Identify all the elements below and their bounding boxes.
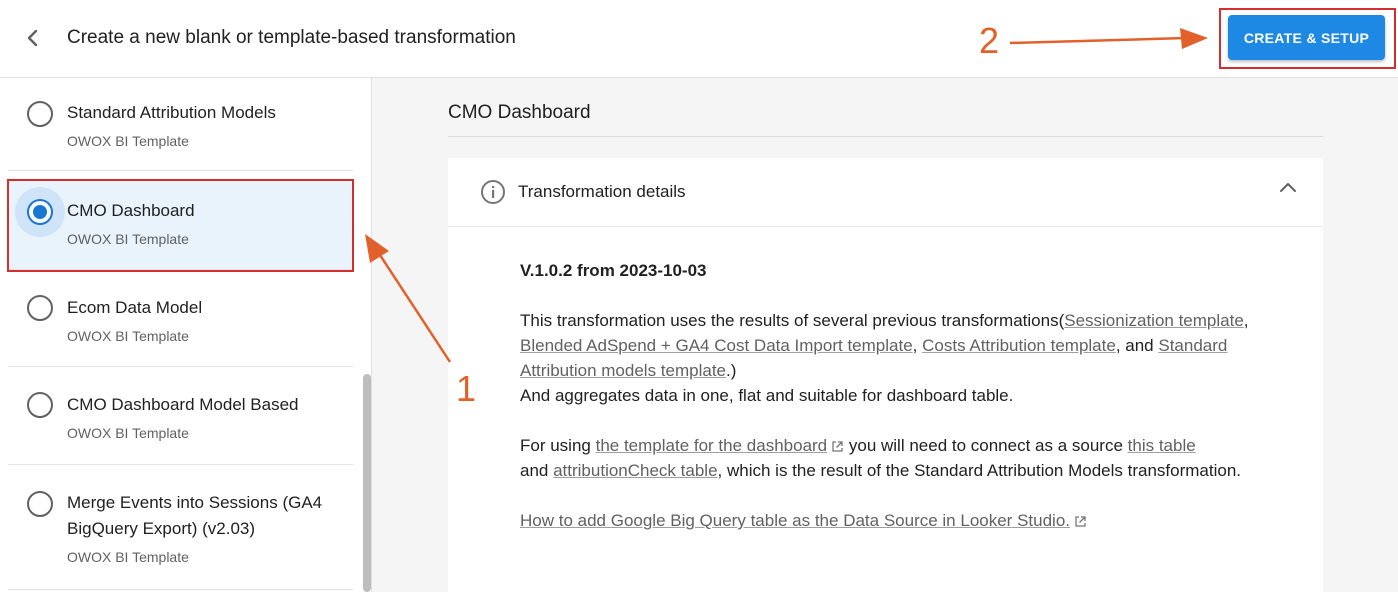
template-source: OWOX BI Template — [67, 549, 189, 565]
details-body: V.1.0.2 from 2023-10-03 This transformat… — [520, 258, 1260, 533]
howto-looker-studio-link[interactable]: How to add Google Big Query table as the… — [520, 511, 1070, 530]
divider — [448, 136, 1323, 137]
radio-button[interactable] — [27, 491, 53, 517]
sessionization-template-link[interactable]: Sessionization template — [1064, 311, 1244, 330]
text: , — [1243, 311, 1249, 330]
radio-button[interactable] — [27, 295, 53, 321]
text: , — [912, 336, 923, 355]
this-table-link[interactable]: this table — [1128, 436, 1196, 455]
template-source: OWOX BI Template — [67, 328, 189, 344]
chevron-up-icon[interactable] — [1278, 178, 1298, 198]
text: For using — [520, 436, 596, 455]
template-details-panel: CMO Dashboard Transformation details V.1… — [372, 78, 1398, 592]
usage-paragraph: For using the template for the dashboard… — [520, 433, 1260, 483]
template-source: OWOX BI Template — [67, 133, 189, 149]
highlight-box-selected-template — [7, 179, 354, 272]
text: you will need to connect as a source — [844, 436, 1128, 455]
template-item-cmo-dashboard-model-based[interactable]: CMO Dashboard Model Based OWOX BI Templa… — [8, 367, 353, 465]
attribution-check-table-link[interactable]: attributionCheck table — [553, 461, 717, 480]
text: , which is the result of the Standard At… — [717, 461, 1242, 480]
template-source: OWOX BI Template — [67, 425, 189, 441]
text: , and — [1115, 336, 1159, 355]
costs-attribution-template-link[interactable]: Costs Attribution template — [922, 336, 1116, 355]
text: .) — [726, 361, 737, 380]
template-item-ecom-data-model[interactable]: Ecom Data Model OWOX BI Template — [8, 270, 353, 367]
template-name-line-1: Merge Events into Sessions (GA4 — [67, 493, 323, 512]
back-button[interactable] — [20, 24, 46, 52]
annotation-step-2: 2 — [979, 20, 1000, 61]
description-paragraph: This transformation uses the results of … — [520, 308, 1260, 408]
highlight-box-create-button — [1219, 8, 1396, 69]
dashboard-template-link[interactable]: the template for the dashboard — [596, 436, 828, 455]
selected-template-title: CMO Dashboard — [448, 102, 591, 123]
template-name-line-2: BigQuery Export) (v2.03) — [67, 519, 256, 538]
details-accordion-header[interactable]: Transformation details — [448, 158, 1323, 227]
page-title: Create a new blank or template-based tra… — [67, 27, 516, 48]
external-link-icon — [1075, 516, 1086, 527]
annotation-step-1: 1 — [456, 368, 477, 409]
template-item-standard-attribution-models[interactable]: Standard Attribution Models OWOX BI Temp… — [8, 78, 353, 171]
version-label: V.1.0.2 from 2023-10-03 — [520, 261, 707, 280]
radio-button[interactable] — [27, 392, 53, 418]
chevron-left-icon — [27, 29, 38, 47]
top-bar: Create a new blank or template-based tra… — [0, 0, 1398, 78]
external-link-icon — [832, 441, 843, 452]
text: and — [520, 461, 554, 480]
blended-adspend-template-link[interactable]: Blended AdSpend + GA4 Cost Data Import t… — [520, 336, 913, 355]
details-title: Transformation details — [518, 182, 686, 201]
radio-button[interactable] — [27, 101, 53, 127]
sidebar-scrollbar[interactable] — [363, 374, 371, 592]
template-name: Ecom Data Model — [67, 298, 203, 317]
template-name: Standard Attribution Models — [67, 103, 276, 122]
text: This transformation uses the results of … — [520, 311, 1065, 330]
howto-paragraph: How to add Google Big Query table as the… — [520, 508, 1260, 533]
text: And aggregates data in one, flat and sui… — [520, 386, 1014, 405]
template-list: Standard Attribution Models OWOX BI Temp… — [0, 78, 372, 592]
template-name: CMO Dashboard Model Based — [67, 395, 299, 414]
template-item-merge-events-into-sessions[interactable]: Merge Events into Sessions (GA4 BigQuery… — [8, 465, 353, 590]
details-card: Transformation details V.1.0.2 from 2023… — [448, 158, 1323, 592]
info-icon — [481, 180, 505, 204]
